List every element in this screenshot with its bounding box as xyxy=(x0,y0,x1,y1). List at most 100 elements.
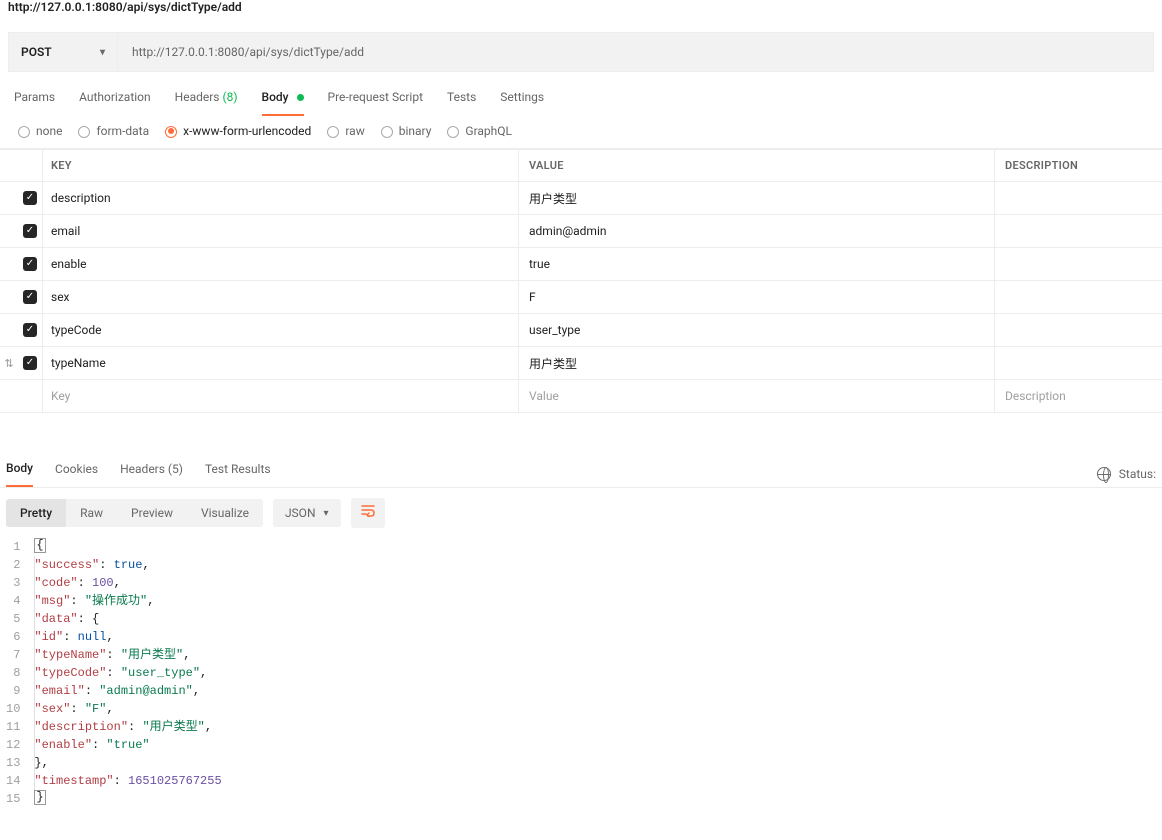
url-text: http://127.0.0.1:8080/api/sys/dictType/a… xyxy=(132,45,364,59)
resp-tab-body[interactable]: Body xyxy=(6,461,33,487)
tab-settings[interactable]: Settings xyxy=(500,90,544,116)
col-value: VALUE xyxy=(518,150,994,181)
row-checkbox[interactable]: ✓ xyxy=(18,323,42,337)
chevron-down-icon: ▾ xyxy=(100,47,105,58)
radio-icon xyxy=(447,126,459,138)
table-row[interactable]: ✓ sexF xyxy=(0,281,1162,314)
row-checkbox[interactable]: ✓ xyxy=(18,290,42,304)
key-cell[interactable]: typeCode xyxy=(42,314,518,346)
url-input[interactable]: http://127.0.0.1:8080/api/sys/dictType/a… xyxy=(118,32,1154,72)
modified-dot-icon xyxy=(297,94,304,101)
line-gutter: 123456789101112131415 xyxy=(0,538,34,808)
check-icon: ✓ xyxy=(23,224,37,238)
table-row[interactable]: ✓ description用户类型 xyxy=(0,182,1162,215)
key-cell[interactable]: sex xyxy=(42,281,518,313)
view-pretty[interactable]: Pretty xyxy=(6,499,66,527)
resp-tab-cookies[interactable]: Cookies xyxy=(55,462,98,486)
row-checkbox[interactable]: ✓ xyxy=(18,356,42,370)
value-input[interactable]: Value xyxy=(518,380,994,412)
method-label: POST xyxy=(21,45,52,59)
check-icon: ✓ xyxy=(23,290,37,304)
tab-authorization[interactable]: Authorization xyxy=(79,90,151,116)
body-type-binary[interactable]: binary xyxy=(381,124,432,138)
table-row[interactable]: ✓ typeCodeuser_type xyxy=(0,314,1162,347)
tab-headers-label: Headers xyxy=(175,90,220,104)
view-raw[interactable]: Raw xyxy=(66,499,117,527)
key-cell[interactable]: email xyxy=(42,215,518,247)
response-tabs: Body Cookies Headers (5) Test Results St… xyxy=(0,461,1162,488)
wrap-lines-button[interactable] xyxy=(351,498,385,528)
tab-body[interactable]: Body xyxy=(262,90,304,116)
drag-handle-icon[interactable]: ⇅ xyxy=(0,357,18,370)
format-label: JSON xyxy=(285,506,316,520)
table-row-new[interactable]: Key Value Description xyxy=(0,380,1162,413)
resp-tab-headers-label: Headers xyxy=(120,462,165,476)
tab-tests[interactable]: Tests xyxy=(447,90,476,116)
description-cell[interactable] xyxy=(994,281,1162,313)
value-cell[interactable]: user_type xyxy=(518,314,994,346)
radio-icon xyxy=(327,126,339,138)
response-section: Body Cookies Headers (5) Test Results St… xyxy=(0,461,1162,808)
json-code: { "success": true, "code": 100, "msg": "… xyxy=(34,538,221,808)
globe-icon[interactable] xyxy=(1097,467,1111,481)
row-checkbox[interactable]: ✓ xyxy=(18,224,42,238)
description-cell[interactable] xyxy=(994,215,1162,247)
row-checkbox[interactable]: ✓ xyxy=(18,191,42,205)
request-row: POST ▾ http://127.0.0.1:8080/api/sys/dic… xyxy=(8,32,1154,72)
key-input[interactable]: Key xyxy=(42,380,518,412)
value-cell[interactable]: 用户类型 xyxy=(518,182,994,214)
radio-icon xyxy=(381,126,393,138)
description-cell[interactable] xyxy=(994,314,1162,346)
description-input[interactable]: Description xyxy=(994,380,1162,412)
key-cell[interactable]: typeName xyxy=(42,347,518,379)
tab-params[interactable]: Params xyxy=(14,90,55,116)
body-type-form-data[interactable]: form-data xyxy=(78,124,149,138)
value-cell[interactable]: 用户类型 xyxy=(518,347,994,379)
description-cell[interactable] xyxy=(994,248,1162,280)
view-preview[interactable]: Preview xyxy=(117,499,187,527)
breadcrumb-url: http://127.0.0.1:8080/api/sys/dictType/a… xyxy=(0,0,1162,26)
description-cell[interactable] xyxy=(994,347,1162,379)
key-cell[interactable]: enable xyxy=(42,248,518,280)
key-cell[interactable]: description xyxy=(42,182,518,214)
table-row[interactable]: ⇅ ✓ typeName用户类型 xyxy=(0,347,1162,380)
check-icon: ✓ xyxy=(23,356,37,370)
tab-headers-count: (8) xyxy=(222,90,237,104)
method-select[interactable]: POST ▾ xyxy=(8,32,118,72)
check-icon: ✓ xyxy=(23,323,37,337)
table-header: KEY VALUE DESCRIPTION xyxy=(0,149,1162,182)
resp-tab-headers[interactable]: Headers (5) xyxy=(120,462,183,486)
body-type-graphql[interactable]: GraphQL xyxy=(447,124,512,138)
status-label: Status: xyxy=(1119,467,1156,481)
value-cell[interactable]: admin@admin xyxy=(518,215,994,247)
value-cell[interactable]: F xyxy=(518,281,994,313)
col-key: KEY xyxy=(42,150,518,181)
tab-prerequest[interactable]: Pre-request Script xyxy=(328,90,423,116)
description-cell[interactable] xyxy=(994,182,1162,214)
check-icon: ✓ xyxy=(23,257,37,271)
radio-icon xyxy=(78,126,90,138)
value-cell[interactable]: true xyxy=(518,248,994,280)
format-select[interactable]: JSON ▾ xyxy=(273,499,341,527)
body-type-none[interactable]: none xyxy=(18,124,62,138)
tab-body-label: Body xyxy=(262,90,289,104)
radio-icon xyxy=(18,126,30,138)
response-body[interactable]: 123456789101112131415 { "success": true,… xyxy=(0,538,1162,808)
request-tabs: Params Authorization Headers (8) Body Pr… xyxy=(0,76,1162,116)
table-row[interactable]: ✓ enabletrue xyxy=(0,248,1162,281)
response-status: Status: xyxy=(1097,467,1162,481)
radio-icon xyxy=(165,126,177,138)
col-description: DESCRIPTION xyxy=(994,150,1162,181)
row-checkbox[interactable]: ✓ xyxy=(18,257,42,271)
chevron-down-icon: ▾ xyxy=(324,508,329,519)
check-icon: ✓ xyxy=(23,191,37,205)
resp-tab-headers-count: (5) xyxy=(168,462,183,476)
view-visualize[interactable]: Visualize xyxy=(187,499,263,527)
body-type-urlencoded[interactable]: x-www-form-urlencoded xyxy=(165,124,311,138)
resp-tab-testresults[interactable]: Test Results xyxy=(205,462,271,486)
tab-headers[interactable]: Headers (8) xyxy=(175,90,238,116)
wrap-icon xyxy=(361,505,375,517)
table-row[interactable]: ✓ emailadmin@admin xyxy=(0,215,1162,248)
body-type-raw[interactable]: raw xyxy=(327,124,364,138)
view-mode-group: Pretty Raw Preview Visualize xyxy=(6,499,263,527)
